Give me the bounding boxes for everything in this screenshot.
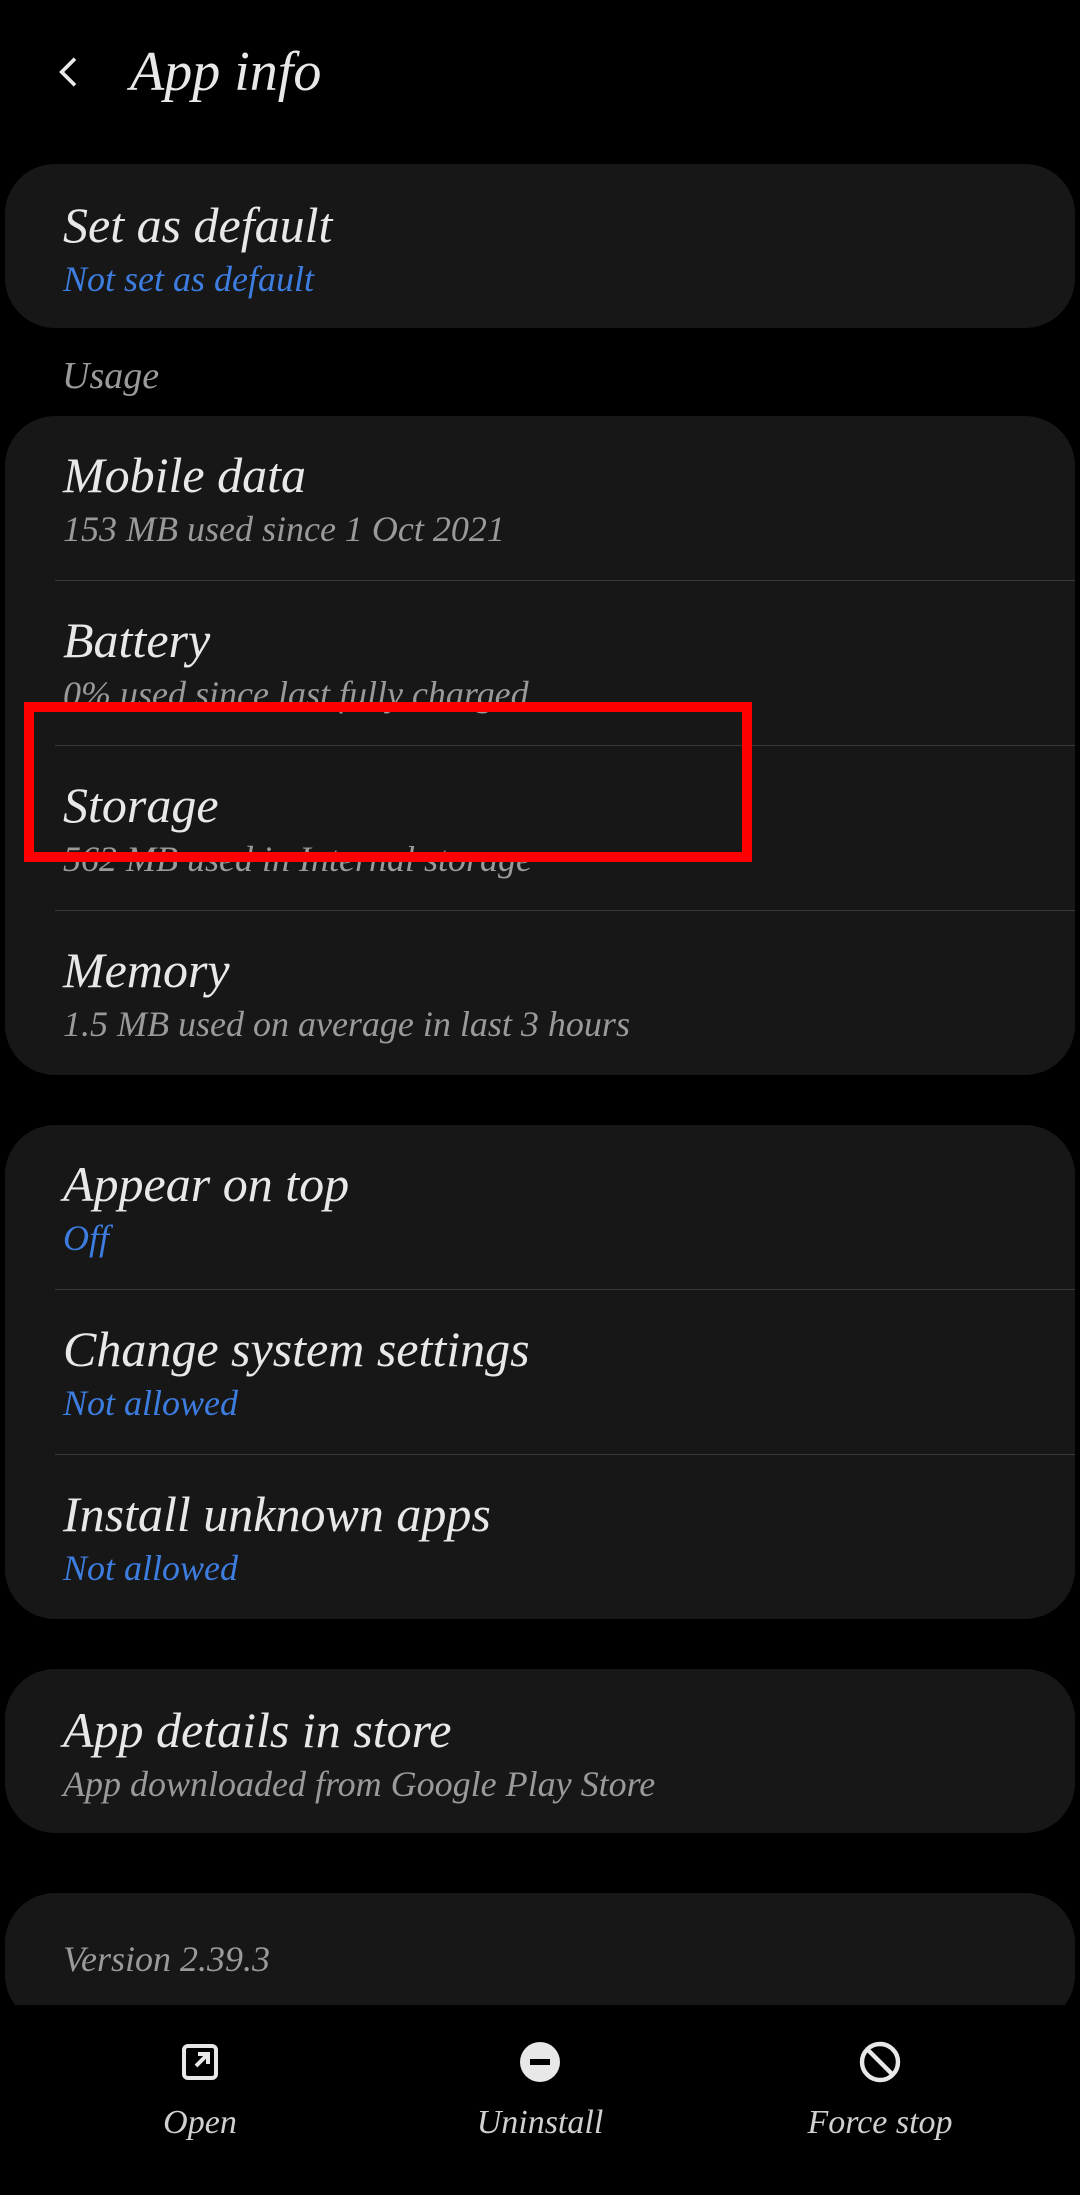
- change-system-sub: Not allowed: [63, 1382, 1017, 1424]
- back-icon[interactable]: [50, 52, 90, 92]
- appear-on-top-sub: Off: [63, 1217, 1017, 1259]
- uninstall-label: Uninstall: [477, 2104, 604, 2142]
- uninstall-icon: [516, 2038, 564, 2086]
- header: App info: [0, 0, 1080, 134]
- page-title: App info: [130, 40, 321, 104]
- mobile-data-title: Mobile data: [63, 446, 1017, 504]
- set-as-default-title: Set as default: [63, 196, 1017, 254]
- memory-sub: 1.5 MB used on average in last 3 hours: [63, 1003, 1017, 1045]
- storage-sub: 562 MB used in Internal storage: [63, 838, 1017, 880]
- force-stop-label: Force stop: [807, 2104, 952, 2142]
- force-stop-button[interactable]: Force stop: [712, 2038, 1049, 2142]
- open-label: Open: [163, 2104, 237, 2142]
- store-sub: App downloaded from Google Play Store: [63, 1763, 1017, 1805]
- store-title: App details in store: [63, 1701, 1017, 1759]
- appear-on-top-title: Appear on top: [63, 1155, 1017, 1213]
- row-app-details-in-store[interactable]: App details in store App downloaded from…: [5, 1669, 1075, 1833]
- row-set-as-default[interactable]: Set as default Not set as default: [5, 164, 1075, 328]
- battery-sub: 0% used since last fully charged: [63, 673, 1017, 715]
- row-memory[interactable]: Memory 1.5 MB used on average in last 3 …: [5, 911, 1075, 1075]
- memory-title: Memory: [63, 941, 1017, 999]
- force-stop-icon: [856, 2038, 904, 2086]
- bottom-action-bar: Open Uninstall Force stop: [0, 2005, 1080, 2195]
- row-change-system-settings[interactable]: Change system settings Not allowed: [5, 1290, 1075, 1454]
- uninstall-button[interactable]: Uninstall: [372, 2038, 709, 2142]
- open-icon: [176, 2038, 224, 2086]
- row-storage[interactable]: Storage 562 MB used in Internal storage: [5, 746, 1075, 910]
- change-system-title: Change system settings: [63, 1320, 1017, 1378]
- row-install-unknown-apps[interactable]: Install unknown apps Not allowed: [5, 1455, 1075, 1619]
- storage-title: Storage: [63, 776, 1017, 834]
- version-text: Version 2.39.3: [63, 1938, 1017, 1980]
- row-mobile-data[interactable]: Mobile data 153 MB used since 1 Oct 2021: [5, 416, 1075, 580]
- row-battery[interactable]: Battery 0% used since last fully charged: [5, 581, 1075, 745]
- battery-title: Battery: [63, 611, 1017, 669]
- set-as-default-sub: Not set as default: [63, 258, 1017, 300]
- install-unknown-title: Install unknown apps: [63, 1485, 1017, 1543]
- card-usage: Mobile data 153 MB used since 1 Oct 2021…: [5, 416, 1075, 1075]
- install-unknown-sub: Not allowed: [63, 1547, 1017, 1589]
- open-button[interactable]: Open: [32, 2038, 369, 2142]
- row-appear-on-top[interactable]: Appear on top Off: [5, 1125, 1075, 1289]
- mobile-data-sub: 153 MB used since 1 Oct 2021: [63, 508, 1017, 550]
- card-advanced: Appear on top Off Change system settings…: [5, 1125, 1075, 1619]
- section-usage-label: Usage: [0, 328, 1080, 416]
